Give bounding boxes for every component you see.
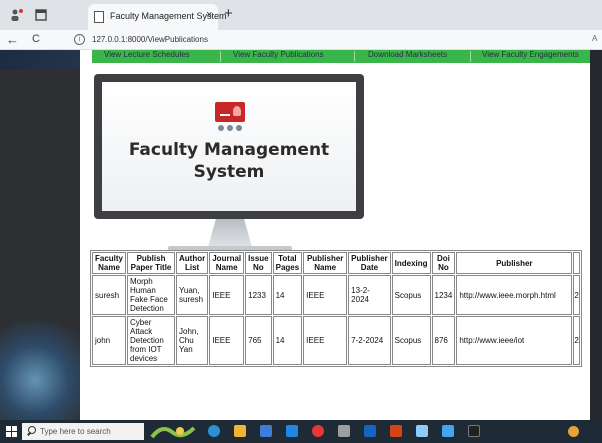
table-header-row: Faculty Name Publish Paper Title Author … — [92, 252, 580, 274]
menu-item-faculty-publications[interactable]: View Faculty Publications — [233, 50, 324, 59]
table-row: suresh Morph Human Fake Face Detection Y… — [92, 275, 580, 315]
search-placeholder: Type here to search — [40, 427, 111, 436]
publications-table-wrapper: Faculty Name Publish Paper Title Author … — [90, 250, 582, 367]
cell-publisher-date: 7-2-2024 — [348, 316, 391, 365]
cell-doi-no: 876 — [431, 316, 456, 365]
cell-publisher-name: IEEE — [303, 275, 348, 315]
header-author-list: Author List — [176, 252, 209, 274]
header-indexing: Indexing — [391, 252, 431, 274]
cell-indexing: Scopus — [391, 316, 431, 365]
cell-indexing: Scopus — [391, 275, 431, 315]
app-icon[interactable] — [390, 425, 402, 437]
table-row: john Cyber Attack Detection from IOT dev… — [92, 316, 580, 365]
desktop-background-right — [590, 50, 602, 420]
close-tab-icon[interactable]: × — [206, 9, 212, 21]
menu-item-lecture-schedules[interactable]: View Lecture Schedules — [104, 50, 190, 59]
site-info-icon[interactable]: i — [74, 34, 85, 45]
menu-item-faculty-engagements[interactable]: View Faculty Engagements — [482, 50, 579, 59]
header-publisher: Publisher — [456, 252, 573, 274]
document-icon[interactable] — [416, 425, 428, 437]
hero-monitor-image: Faculty Management System — [94, 74, 364, 219]
page-icon — [94, 11, 104, 23]
page-content: View Lecture Schedules View Faculty Publ… — [80, 50, 590, 420]
hero-screen: Faculty Management System — [102, 82, 356, 211]
windows-start-icon[interactable] — [6, 426, 17, 437]
back-button[interactable]: ← — [6, 32, 19, 47]
new-tab-button[interactable]: + — [224, 5, 233, 22]
cell-total-pages: 14 — [272, 316, 303, 365]
chrome-icon[interactable] — [312, 425, 324, 437]
taskbar-search-input[interactable]: Type here to search — [22, 423, 144, 440]
cell-issue-no: 765 — [245, 316, 272, 365]
cell-cut-off: 2 — [573, 275, 580, 315]
header-faculty-name: Faculty Name — [92, 252, 127, 274]
publications-table: Faculty Name Publish Paper Title Author … — [90, 250, 582, 367]
cell-publisher-name: IEEE — [303, 316, 348, 365]
header-publisher-date: Publisher Date — [348, 252, 391, 274]
header-publisher-name: Publisher Name — [303, 252, 348, 274]
cell-doi-no: 1234 — [431, 275, 456, 315]
header-journal-name: Journal Name — [209, 252, 245, 274]
header-doi-no: Doi No — [431, 252, 456, 274]
cell-author-list: John, Chu Yan — [176, 316, 209, 365]
cell-faculty-name: john — [92, 316, 127, 365]
taskview-icon[interactable] — [208, 425, 220, 437]
cell-paper-title: Morph Human Fake Face Detection — [127, 275, 176, 315]
nav-menu-bar: View Lecture Schedules View Faculty Publ… — [92, 50, 590, 63]
window-menu-icon[interactable] — [34, 8, 48, 22]
file-explorer-icon[interactable] — [234, 425, 246, 437]
cell-publisher-link[interactable]: http://www.ieee/iot — [456, 316, 573, 365]
cell-publisher-date: 13-2-2024 — [348, 275, 391, 315]
browser-tab-bar: Faculty Management System × + — [0, 0, 602, 30]
terminal-icon[interactable] — [468, 425, 480, 437]
vscode-icon[interactable] — [364, 425, 376, 437]
cell-cut-off: 2 — [573, 316, 580, 365]
cell-journal-name: IEEE — [209, 275, 245, 315]
hero-title: Faculty Management — [128, 140, 330, 160]
browser-tab[interactable]: Faculty Management System × — [88, 4, 227, 30]
reload-button[interactable]: C — [32, 33, 40, 45]
header-cut-off — [573, 252, 580, 274]
profile-icon[interactable] — [10, 8, 24, 22]
address-bar-trailing: A — [592, 34, 598, 43]
word-icon[interactable] — [442, 425, 454, 437]
cell-author-list: Yuan, suresh — [176, 275, 209, 315]
cell-paper-title: Cyber Attack Detection from IOT devices — [127, 316, 176, 365]
settings-icon[interactable] — [338, 425, 350, 437]
cell-publisher-link[interactable]: http://www.ieee.morph.html — [456, 275, 573, 315]
header-total-pages: Total Pages — [272, 252, 303, 274]
mail-icon[interactable] — [286, 425, 298, 437]
browser-nav-bar: ← C i 127.0.0.1:8000/ViewPublications A — [0, 30, 602, 50]
monitor-stand — [208, 219, 252, 247]
address-bar[interactable]: 127.0.0.1:8000/ViewPublications — [92, 35, 208, 44]
cell-total-pages: 14 — [272, 275, 303, 315]
cell-faculty-name: suresh — [92, 275, 127, 315]
menu-item-download-marksheets[interactable]: Download Marksheets — [368, 50, 447, 59]
cell-journal-name: IEEE — [209, 316, 245, 365]
header-issue-no: Issue No — [245, 252, 272, 274]
search-highlight-doodle-icon — [150, 426, 196, 439]
hero-subtitle: System — [193, 162, 265, 182]
desktop-background-left — [0, 50, 80, 420]
store-icon[interactable] — [260, 425, 272, 437]
header-paper-title: Publish Paper Title — [127, 252, 176, 274]
os-taskbar: Type here to search — [0, 420, 602, 443]
cell-issue-no: 1233 — [245, 275, 272, 315]
notification-tray-icon[interactable] — [568, 426, 579, 437]
